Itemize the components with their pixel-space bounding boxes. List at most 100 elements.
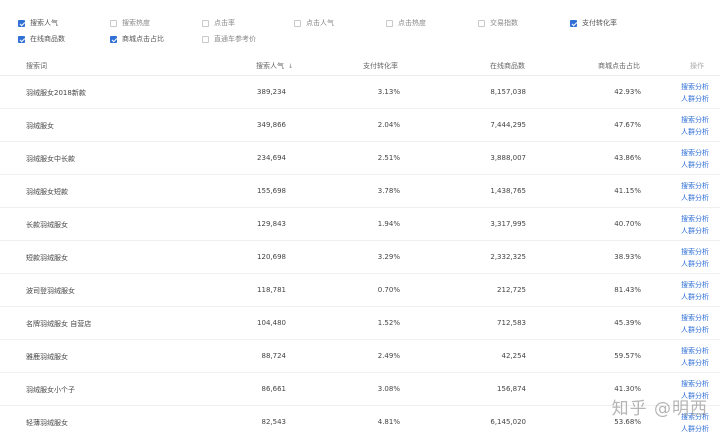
cell-popularity: 389,234 — [257, 88, 286, 96]
filter-label: 在线商品数 — [30, 35, 65, 43]
filter-trade-index[interactable]: 交易指数 — [478, 17, 518, 29]
cell-conversion: 3.29% — [377, 253, 400, 261]
cell-online-items: 6,145,020 — [490, 418, 526, 426]
checkbox-ztc-reference-price[interactable] — [202, 35, 209, 43]
cell-mall-click: 38.93% — [614, 253, 641, 261]
filter-label: 商城点击占比 — [122, 35, 164, 43]
table-header: 搜索词 搜索人气 ↓ 支付转化率 在线商品数 商城点击占比 操作 — [0, 54, 720, 76]
filter-click-popularity[interactable]: 点击人气 — [294, 17, 334, 29]
cell-online-items: 7,444,295 — [490, 121, 526, 129]
header-online-items[interactable]: 在线商品数 — [490, 61, 525, 71]
filter-label: 交易指数 — [490, 19, 518, 27]
watermark: 知乎 @明西 — [611, 399, 708, 419]
search-analysis-link[interactable]: 搜索分析 — [681, 346, 709, 356]
cell-keyword: 短款羽绒服女 — [26, 254, 68, 262]
cell-mall-click: 53.68% — [614, 418, 641, 426]
filter-label: 点击率 — [214, 19, 235, 27]
cell-online-items: 3,317,995 — [490, 220, 526, 228]
filter-click-heat[interactable]: 点击热度 — [386, 17, 426, 29]
cell-conversion: 2.49% — [377, 352, 400, 360]
filter-payment-conversion[interactable]: 支付转化率 — [570, 17, 617, 29]
cell-keyword: 名牌羽绒服女 自营店 — [26, 320, 92, 328]
row-operations: 搜索分析 人群分析 — [681, 115, 709, 137]
cell-keyword: 波司登羽绒服女 — [26, 287, 75, 295]
row-operations: 搜索分析 人群分析 — [681, 346, 709, 368]
search-analysis-link[interactable]: 搜索分析 — [681, 313, 709, 323]
crowd-analysis-link[interactable]: 人群分析 — [681, 358, 709, 368]
checkbox-mall-click-share[interactable] — [110, 35, 117, 43]
cell-mall-click: 59.57% — [614, 352, 641, 360]
cell-popularity: 88,724 — [261, 352, 287, 360]
cell-mall-click: 42.93% — [614, 88, 641, 96]
table-row: 长款羽绒服女 129,843 1.94% 3,317,995 40.70% 搜索… — [0, 208, 720, 241]
crowd-analysis-link[interactable]: 人群分析 — [681, 94, 709, 104]
checkbox-online-items[interactable] — [18, 35, 25, 43]
cell-popularity: 104,480 — [257, 319, 286, 327]
search-analysis-link[interactable]: 搜索分析 — [681, 280, 709, 290]
filter-label: 搜索人气 — [30, 19, 58, 27]
filter-click-rate[interactable]: 点击率 — [202, 17, 235, 29]
cell-keyword: 羽绒服女中长款 — [26, 155, 75, 163]
cell-mall-click: 40.70% — [614, 220, 641, 228]
crowd-analysis-link[interactable]: 人群分析 — [681, 424, 709, 434]
filter-online-items[interactable]: 在线商品数 — [18, 33, 65, 45]
search-analysis-link[interactable]: 搜索分析 — [681, 82, 709, 92]
filter-label: 支付转化率 — [582, 19, 617, 27]
cell-popularity: 118,781 — [257, 286, 286, 294]
cell-conversion: 1.52% — [377, 319, 400, 327]
cell-keyword: 长款羽绒服女 — [26, 221, 68, 229]
search-analysis-link[interactable]: 搜索分析 — [681, 181, 709, 191]
filter-mall-click-share[interactable]: 商城点击占比 — [110, 33, 164, 45]
search-analysis-link[interactable]: 搜索分析 — [681, 148, 709, 158]
cell-keyword: 羽绒服女2018新款 — [26, 89, 86, 97]
crowd-analysis-link[interactable]: 人群分析 — [681, 127, 709, 137]
filter-search-heat[interactable]: 搜索热度 — [110, 17, 150, 29]
table-row: 羽绒服女中长款 234,694 2.51% 3,888,007 43.86% 搜… — [0, 142, 720, 175]
checkbox-click-rate[interactable] — [202, 19, 209, 27]
cell-popularity: 349,866 — [257, 121, 286, 129]
cell-popularity: 82,543 — [261, 418, 287, 426]
checkbox-click-popularity[interactable] — [294, 19, 301, 27]
search-analysis-link[interactable]: 搜索分析 — [681, 247, 709, 257]
search-analysis-link[interactable]: 搜索分析 — [681, 115, 709, 125]
cell-conversion: 1.94% — [377, 220, 400, 228]
cell-popularity: 129,843 — [257, 220, 286, 228]
cell-mall-click: 47.67% — [614, 121, 641, 129]
table-row: 短款羽绒服女 120,698 3.29% 2,332,325 38.93% 搜索… — [0, 241, 720, 274]
row-operations: 搜索分析 人群分析 — [681, 148, 709, 170]
search-analysis-link[interactable]: 搜索分析 — [681, 214, 709, 224]
checkbox-search-popularity[interactable] — [18, 19, 25, 27]
header-search-popularity[interactable]: 搜索人气 ↓ — [256, 61, 293, 71]
cell-keyword: 羽绒服女小个子 — [26, 386, 75, 394]
table-row: 波司登羽绒服女 118,781 0.70% 212,725 81.43% 搜索分… — [0, 274, 720, 307]
header-mall-click-share[interactable]: 商城点击占比 — [598, 61, 640, 71]
crowd-analysis-link[interactable]: 人群分析 — [681, 226, 709, 236]
crowd-analysis-link[interactable]: 人群分析 — [681, 160, 709, 170]
table-row: 雅鹿羽绒服女 88,724 2.49% 42,254 59.57% 搜索分析 人… — [0, 340, 720, 373]
filter-label: 直通车参考价 — [214, 35, 256, 43]
sort-down-icon[interactable]: ↓ — [288, 63, 293, 70]
crowd-analysis-link[interactable]: 人群分析 — [681, 193, 709, 203]
cell-online-items: 3,888,007 — [490, 154, 526, 162]
filter-search-popularity[interactable]: 搜索人气 — [18, 17, 58, 29]
cell-popularity: 120,698 — [257, 253, 286, 261]
filter-ztc-reference-price[interactable]: 直通车参考价 — [202, 33, 256, 45]
filter-label: 点击人气 — [306, 19, 334, 27]
header-payment-conversion[interactable]: 支付转化率 — [363, 61, 398, 71]
checkbox-search-heat[interactable] — [110, 19, 117, 27]
crowd-analysis-link[interactable]: 人群分析 — [681, 325, 709, 335]
cell-mall-click: 45.39% — [614, 319, 641, 327]
cell-online-items: 156,874 — [497, 385, 526, 393]
header-label: 搜索人气 — [256, 62, 284, 70]
checkbox-payment-conversion[interactable] — [570, 19, 577, 27]
checkbox-click-heat[interactable] — [386, 19, 393, 27]
cell-mall-click: 81.43% — [614, 286, 641, 294]
search-analysis-link[interactable]: 搜索分析 — [681, 379, 709, 389]
checkbox-trade-index[interactable] — [478, 19, 485, 27]
crowd-analysis-link[interactable]: 人群分析 — [681, 259, 709, 269]
row-operations: 搜索分析 人群分析 — [681, 313, 709, 335]
cell-popularity: 155,698 — [257, 187, 286, 195]
crowd-analysis-link[interactable]: 人群分析 — [681, 292, 709, 302]
cell-keyword: 雅鹿羽绒服女 — [26, 353, 68, 361]
cell-conversion: 4.81% — [377, 418, 400, 426]
